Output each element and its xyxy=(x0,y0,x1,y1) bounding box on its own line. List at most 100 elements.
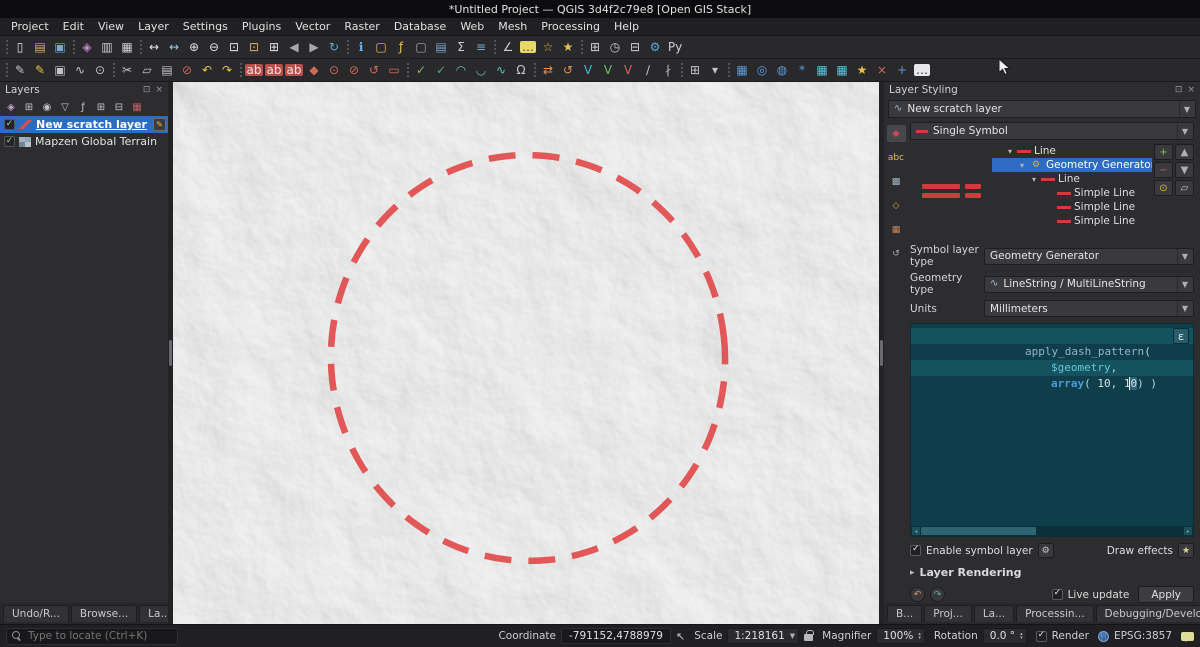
expression-builder-button[interactable]: ε xyxy=(1173,328,1189,344)
menu-plugins[interactable]: Plugins xyxy=(235,19,288,34)
open-layer-styling-icon[interactable]: ◈ xyxy=(3,100,19,114)
tab-debugging[interactable]: Debugging/Develop... xyxy=(1096,605,1200,622)
spin-arrows-icon[interactable]: ▴▾ xyxy=(1020,632,1023,640)
symbol-node-simple-line-3[interactable]: Simple Line xyxy=(992,214,1152,228)
zoom-last-icon[interactable]: ◀ xyxy=(284,38,304,57)
labels-tab-icon[interactable]: abc xyxy=(887,149,906,166)
filter-by-expression-icon[interactable]: ƒ xyxy=(75,100,91,114)
symbol-node-simple-line-1[interactable]: Simple Line xyxy=(992,186,1152,200)
add-polygon-feature-icon[interactable]: V xyxy=(598,61,618,80)
toolbar-handle[interactable] xyxy=(110,61,117,80)
toolbar-overflow-icon[interactable]: ▾ xyxy=(705,61,725,80)
new-project-icon[interactable]: ▯ xyxy=(10,38,30,57)
view-3d-tab-icon[interactable]: ◇ xyxy=(887,197,906,214)
masks-tab-icon[interactable]: ▩ xyxy=(887,173,906,190)
reshape-features-icon[interactable]: ∕ xyxy=(638,61,658,80)
tree-expand-icon[interactable]: ▾ xyxy=(1030,175,1038,184)
statistical-summary-icon[interactable]: ≡ xyxy=(471,38,491,57)
digitize-with-curve-icon[interactable]: ◠ xyxy=(451,61,471,80)
style-manager-icon[interactable]: ◈ xyxy=(77,38,97,57)
symbology-tab-icon[interactable]: ◆ xyxy=(887,125,906,142)
toolbar-handle[interactable] xyxy=(3,38,10,57)
layer-visibility-checkbox[interactable]: ✓ xyxy=(4,136,15,147)
show-bookmarks-icon[interactable]: ★ xyxy=(558,38,578,57)
history-tab-icon[interactable]: ↺ xyxy=(887,245,906,262)
temporal-controller-icon[interactable]: ◷ xyxy=(605,38,625,57)
symbol-node-line-sub[interactable]: ▾ Line xyxy=(992,172,1152,186)
measure-line-icon[interactable]: ∠ xyxy=(498,38,518,57)
select-by-expression-icon[interactable]: ƒ xyxy=(391,38,411,57)
deselect-features-icon[interactable]: ▢ xyxy=(411,38,431,57)
close-panel-icon[interactable]: × xyxy=(155,86,163,95)
toolbar-handle[interactable] xyxy=(578,38,585,57)
menu-layer[interactable]: Layer xyxy=(131,19,176,34)
redo-icon[interactable]: ↷ xyxy=(217,61,237,80)
tab-layers[interactable]: La... xyxy=(139,605,168,622)
messages-icon[interactable] xyxy=(1181,632,1194,641)
move-down-button[interactable]: ▼ xyxy=(1175,162,1194,178)
sample-raster-values-icon[interactable]: ▦ xyxy=(832,61,852,80)
log-messages-icon[interactable]: … xyxy=(912,61,932,80)
toggle-editing-icon[interactable]: ✎ xyxy=(30,61,50,80)
tab-browser[interactable]: Browse... xyxy=(71,605,137,622)
coordinate-toggle-icon[interactable]: ↖ xyxy=(676,631,685,642)
data-source-manager-icon[interactable]: ⊟ xyxy=(625,38,645,57)
menu-settings[interactable]: Settings xyxy=(176,19,235,34)
panels-grid-icon[interactable]: ⊞ xyxy=(685,61,705,80)
locate-input[interactable] xyxy=(26,629,172,643)
layer-rendering-section[interactable]: ▸ Layer Rendering xyxy=(910,566,1194,579)
add-point-feature-icon[interactable]: V xyxy=(618,61,638,80)
style-redo-button[interactable]: ↷ xyxy=(930,587,945,602)
fix-geometries-icon[interactable]: ✓ xyxy=(431,61,451,80)
tab-layer-styling[interactable]: La... xyxy=(974,605,1014,622)
move-up-button[interactable]: ▲ xyxy=(1175,144,1194,160)
symbol-layer-type-select[interactable]: Geometry Generator ▼ xyxy=(984,248,1194,265)
zoom-in-icon[interactable]: ⊕ xyxy=(184,38,204,57)
units-select[interactable]: Millimeters ▼ xyxy=(984,300,1194,317)
expression-hscrollbar[interactable]: ◂ ▸ xyxy=(911,526,1193,536)
scale-lock-icon[interactable] xyxy=(804,634,813,641)
diagrams-tab-icon[interactable]: ▦ xyxy=(887,221,906,238)
select-by-location-icon[interactable]: * xyxy=(792,61,812,80)
layout-manager-icon[interactable]: ▦ xyxy=(117,38,137,57)
toolbar-handle[interactable] xyxy=(531,61,538,80)
menu-mesh[interactable]: Mesh xyxy=(491,19,534,34)
add-symbol-layer-button[interactable]: + xyxy=(1154,144,1173,160)
pan-to-selection-icon[interactable]: ↔ xyxy=(164,38,184,57)
layer-visibility-checkbox[interactable]: ✓ xyxy=(4,119,15,130)
select-features-icon[interactable]: ▢ xyxy=(371,38,391,57)
filter-legend-icon[interactable]: ▽ xyxy=(57,100,73,114)
move-feature-icon[interactable]: ⇄ xyxy=(538,61,558,80)
scroll-right-icon[interactable]: ▸ xyxy=(1184,527,1192,535)
remove-layer-icon[interactable]: ▦ xyxy=(129,100,145,114)
cut-features-icon[interactable]: ✂ xyxy=(117,61,137,80)
processing-toolbox-icon[interactable]: ⚙ xyxy=(645,38,665,57)
data-defined-override-button[interactable]: ⚙ xyxy=(1038,543,1054,558)
draw-effects-star-button[interactable]: ★ xyxy=(1178,543,1194,558)
locate-box[interactable] xyxy=(6,628,178,645)
vertex-tool-icon[interactable]: ⊙ xyxy=(90,61,110,80)
toolbar-handle[interactable] xyxy=(3,61,10,80)
menu-help[interactable]: Help xyxy=(607,19,646,34)
scale-select[interactable]: 1:218161 ▼ xyxy=(727,628,799,644)
menu-project[interactable]: Project xyxy=(4,19,56,34)
close-panel-icon[interactable]: × xyxy=(1187,86,1195,95)
paste-features-icon[interactable]: ▤ xyxy=(157,61,177,80)
toolbar-handle[interactable] xyxy=(491,38,498,57)
tab-project[interactable]: Proj... xyxy=(924,605,972,622)
show-hide-labels-icon[interactable]: ⊙ xyxy=(324,61,344,80)
digitize-with-segment-icon[interactable]: ∿ xyxy=(70,61,90,80)
styling-layer-select[interactable]: ∿ New scratch layer ▼ xyxy=(888,100,1196,118)
spin-arrows-icon[interactable]: ▴▾ xyxy=(918,632,921,640)
toolbar-handle[interactable] xyxy=(70,38,77,57)
expression-editor[interactable]: apply_dash_pattern( $geometry, array( 10… xyxy=(910,323,1194,537)
manage-map-themes-icon[interactable]: ◉ xyxy=(39,100,55,114)
zoom-next-icon[interactable]: ▶ xyxy=(304,38,324,57)
new-bookmark-icon[interactable]: ☆ xyxy=(538,38,558,57)
layer-item-mapzen-global-terrain[interactable]: ✓ Mapzen Global Terrain ✎ xyxy=(0,133,168,150)
symbol-node-simple-line-2[interactable]: Simple Line xyxy=(992,200,1152,214)
check-geometries-icon[interactable]: ✓ xyxy=(411,61,431,80)
select-by-radius-icon[interactable]: ◎ xyxy=(752,61,772,80)
refresh-map-icon[interactable]: ↻ xyxy=(324,38,344,57)
collapse-all-icon[interactable]: ⊟ xyxy=(111,100,127,114)
